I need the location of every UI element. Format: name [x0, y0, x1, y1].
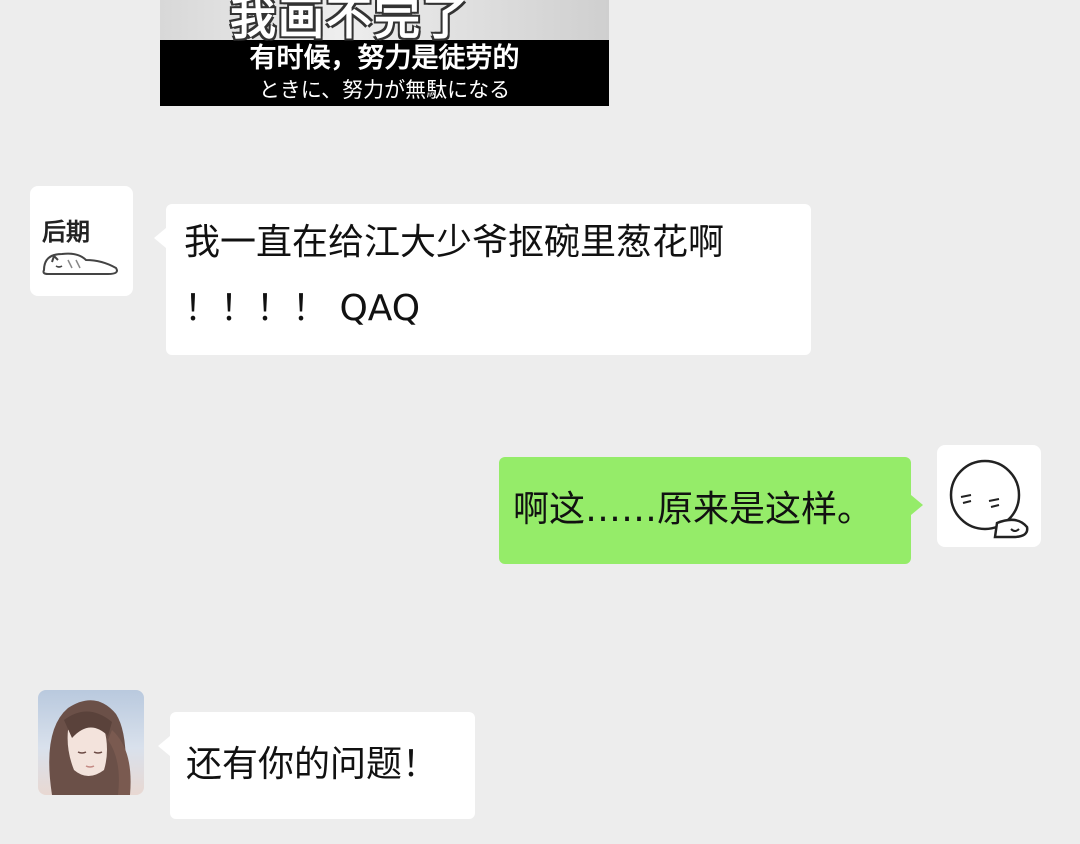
- sleeping-cat-icon: [42, 252, 118, 275]
- message-bubble-outgoing[interactable]: 啊这……原来是这样。: [499, 457, 923, 564]
- anime-girl-avatar-icon: [49, 700, 131, 795]
- message-bubble-incoming[interactable]: 我一直在给江大少爷抠碗里葱花啊 ！！！！ QAQ: [154, 204, 811, 355]
- avatar-girl[interactable]: [38, 690, 144, 795]
- meme-caption-japanese: ときに、努力が無駄になる: [258, 78, 511, 102]
- message-bubble-incoming[interactable]: 还有你的问题！: [158, 712, 475, 819]
- meme-caption-chinese: 有时候，努力是徒劳的: [249, 43, 520, 74]
- meme-art-text: 我画不完了: [230, 0, 470, 45]
- avatar-self[interactable]: [937, 445, 1041, 547]
- avatar-label: 后期: [42, 218, 90, 246]
- message-text-line: 还有你的问题！: [186, 744, 439, 785]
- avatar-houqi[interactable]: 后期: [30, 186, 133, 296]
- sleepy-face-icon: [949, 459, 1029, 539]
- message-text-line: ！！！！ QAQ: [184, 288, 421, 329]
- meme-art: 我画不完了: [160, 0, 609, 45]
- meme-image[interactable]: 我画不完了 有时候，努力是徒劳的 ときに、努力が無駄になる: [160, 0, 609, 106]
- message-text-line: 我一直在给江大少爷抠碗里葱花啊: [184, 222, 725, 263]
- message-text-line: 啊这……原来是这样。: [513, 489, 874, 530]
